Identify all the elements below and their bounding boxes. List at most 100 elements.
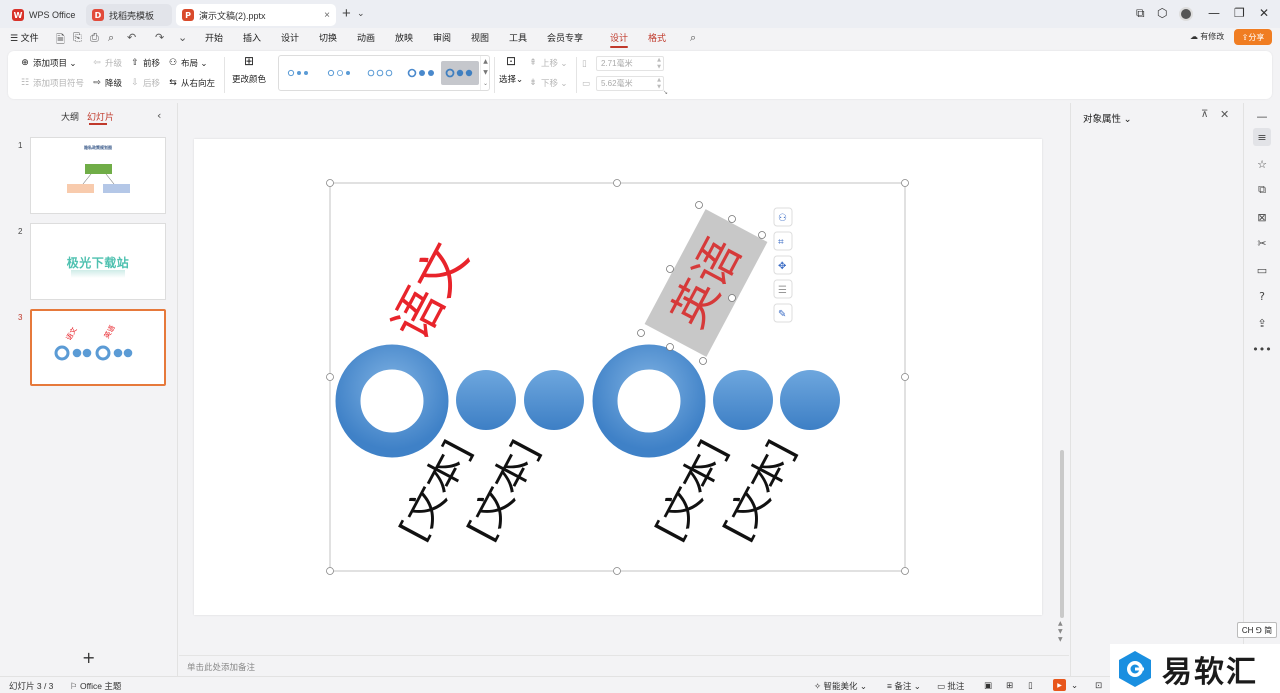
collapse-icon[interactable]: — xyxy=(1253,107,1271,125)
more-icon[interactable]: ••• xyxy=(1252,340,1271,358)
style-option-2[interactable] xyxy=(323,61,361,85)
tab-outline[interactable]: 大纲 xyxy=(61,110,79,123)
style-option-5-selected[interactable] xyxy=(441,61,479,85)
dot-shape-4[interactable] xyxy=(780,370,840,430)
chevron-down-icon[interactable]: ⌄ xyxy=(357,8,365,19)
preview-icon[interactable]: ⌕ xyxy=(108,31,114,45)
label-b-shape[interactable]: 英语 xyxy=(644,209,768,357)
has-edit-status[interactable]: ☁ 有修改 xyxy=(1190,31,1224,42)
menu-format[interactable]: 格式 xyxy=(648,31,666,44)
menu-member[interactable]: 会员专享 xyxy=(547,31,583,44)
add-bullet-button[interactable]: ☷ 添加项目符号 xyxy=(20,77,84,89)
close-icon[interactable]: ✕ xyxy=(1220,108,1229,121)
add-item-button[interactable]: ⊕ 添加项目 ⌄ xyxy=(20,57,76,69)
window-layout-icon[interactable]: ⧉ xyxy=(1136,6,1145,21)
ring-shape-1[interactable] xyxy=(335,344,449,458)
book-icon[interactable]: ▭ xyxy=(1253,261,1271,279)
play-options-icon[interactable]: ⌄ xyxy=(1071,680,1078,691)
undo-icon[interactable]: ↶ xyxy=(127,31,136,44)
rtl-button[interactable]: ⇆ 从右向左 xyxy=(168,77,215,89)
star-icon[interactable]: ☆ xyxy=(1253,155,1271,173)
width-input[interactable]: 2.71毫米 ▲ ▼ xyxy=(596,56,664,71)
restore-icon[interactable]: ❐ xyxy=(1234,6,1245,20)
forward-button[interactable]: ⇧ 前移 xyxy=(130,57,160,69)
height-input[interactable]: 5.62毫米 ▲ ▼ xyxy=(596,76,664,91)
save-icon[interactable]: 🗎 xyxy=(56,31,65,50)
more-icon[interactable]: ⌄ xyxy=(178,31,187,44)
pin-icon[interactable]: ⊼ xyxy=(1201,109,1208,120)
share-icon[interactable]: ⇪ xyxy=(1253,314,1271,332)
menu-tools[interactable]: 工具 xyxy=(509,31,527,44)
menu-insert[interactable]: 插入 xyxy=(243,31,261,44)
add-slide-button[interactable]: + xyxy=(82,648,95,667)
menu-review[interactable]: 审阅 xyxy=(433,31,451,44)
dialog-launcher-icon[interactable]: ↘ xyxy=(663,89,668,96)
menu-smartart-design[interactable]: 设计 xyxy=(610,31,628,44)
redo-icon[interactable]: ↷ xyxy=(155,31,164,44)
avatar[interactable] xyxy=(1179,7,1193,21)
slide-thumbnail-3[interactable]: 语文 英语 xyxy=(30,309,166,386)
fit-window-icon[interactable]: ⊡ xyxy=(1095,680,1102,691)
spinner-icon[interactable]: ▲ ▼ xyxy=(657,57,661,71)
theme-indicator[interactable]: ⚐ Office 主题 xyxy=(70,680,121,692)
panel-title[interactable]: 对象属性 ⌄ xyxy=(1083,111,1132,125)
tab-slides[interactable]: 幻灯片 xyxy=(87,110,114,123)
style-option-4[interactable] xyxy=(403,61,441,85)
menu-start[interactable]: 开始 xyxy=(205,31,223,44)
file-menu[interactable]: ☰ 文件 xyxy=(10,31,39,44)
promote-button[interactable]: ⇦ 升级 xyxy=(92,57,122,69)
tab-wps-office[interactable]: W WPS Office xyxy=(6,4,82,26)
slide-canvas[interactable]: 语文 英语 [文本] [文本] [文本] [文本] ⚇ ⌗ ✥ ☰ ✎ xyxy=(194,139,1042,615)
print-icon[interactable]: ⎙ xyxy=(90,31,99,45)
vertical-scrollbar[interactable] xyxy=(1060,450,1064,618)
menu-slideshow[interactable]: 放映 xyxy=(395,31,413,44)
collapse-panel-icon[interactable]: ‹ xyxy=(157,109,161,122)
move-down-button[interactable]: ⇟ 下移 ⌄ xyxy=(528,77,567,89)
scroll-arrows-icon[interactable]: ▲ ▼ ▼ xyxy=(1058,620,1063,644)
search-icon[interactable]: ⌕ xyxy=(690,31,696,45)
export-icon[interactable]: ⎘ xyxy=(73,31,82,45)
label-a-text[interactable]: 语文 xyxy=(381,234,479,350)
tab-presentation-file[interactable]: P 演示文稿(2).pptx × xyxy=(176,4,336,26)
slide-thumbnail-2[interactable]: 极光下载站 xyxy=(30,223,166,300)
comments-button[interactable]: ▭ 批注 xyxy=(937,680,964,692)
share-button[interactable]: ⇪ 分享 xyxy=(1234,29,1272,45)
dot-shape-2[interactable] xyxy=(524,370,584,430)
smart-beautify-button[interactable]: ✧ 智能美化 ⌄ xyxy=(814,680,867,692)
image-icon[interactable]: ⊠ xyxy=(1253,208,1271,226)
minimize-icon[interactable]: — xyxy=(1208,6,1220,20)
layout-button[interactable]: ⚇ 布局 ⌄ xyxy=(168,57,208,69)
gallery-scroll-icon[interactable]: ▲ ▼ ⌄ xyxy=(480,56,490,90)
reading-view-icon[interactable]: ▯ xyxy=(1028,680,1033,691)
menu-animation[interactable]: 动画 xyxy=(357,31,375,44)
slide-thumbnail-1[interactable]: 隐私政策规划图 xyxy=(30,137,166,214)
sorter-view-icon[interactable]: ⊞ xyxy=(1006,680,1013,691)
copy-icon[interactable]: ⧉ xyxy=(1253,181,1271,199)
help-icon[interactable]: ? xyxy=(1253,287,1271,305)
smartart-graphic[interactable]: 语文 英语 [文本] [文本] [文本] [文本] ⚇ ⌗ ✥ ☰ ✎ xyxy=(194,139,1042,615)
select-button[interactable]: ⊡ 选择⌄ xyxy=(499,55,523,85)
ime-indicator[interactable]: CH ⅁ 简 xyxy=(1237,622,1277,638)
change-color-button[interactable]: ⊞ 更改颜色 xyxy=(232,55,266,85)
style-option-3[interactable] xyxy=(363,61,401,85)
properties-icon[interactable]: ≡ xyxy=(1253,128,1271,146)
play-slideshow-button[interactable]: ▶ xyxy=(1053,679,1066,691)
notes-button[interactable]: ≡ 备注 ⌄ xyxy=(887,680,921,692)
move-up-button[interactable]: ⇞ 上移 ⌄ xyxy=(528,57,567,69)
menu-design[interactable]: 设计 xyxy=(281,31,299,44)
menu-view[interactable]: 视图 xyxy=(471,31,489,44)
spinner-icon[interactable]: ▲ ▼ xyxy=(657,77,661,91)
notes-area[interactable]: 单击此处添加备注 xyxy=(179,655,1069,676)
menu-transition[interactable]: 切换 xyxy=(319,31,337,44)
dot-shape-1[interactable] xyxy=(456,370,516,430)
tools-icon[interactable]: ✂ xyxy=(1253,234,1271,252)
tab-close-icon[interactable]: × xyxy=(324,10,330,21)
tab-docer-templates[interactable]: D 找稻壳模板 xyxy=(86,4,172,26)
new-tab-icon[interactable]: + xyxy=(342,5,351,22)
dot-shape-3[interactable] xyxy=(713,370,773,430)
backward-button[interactable]: ⇩ 后移 xyxy=(130,77,160,89)
ring-shape-2[interactable] xyxy=(592,344,706,458)
close-icon[interactable]: ✕ xyxy=(1259,6,1269,20)
style-option-1[interactable] xyxy=(283,61,321,85)
demote-button[interactable]: ⇨ 降级 xyxy=(92,77,122,89)
